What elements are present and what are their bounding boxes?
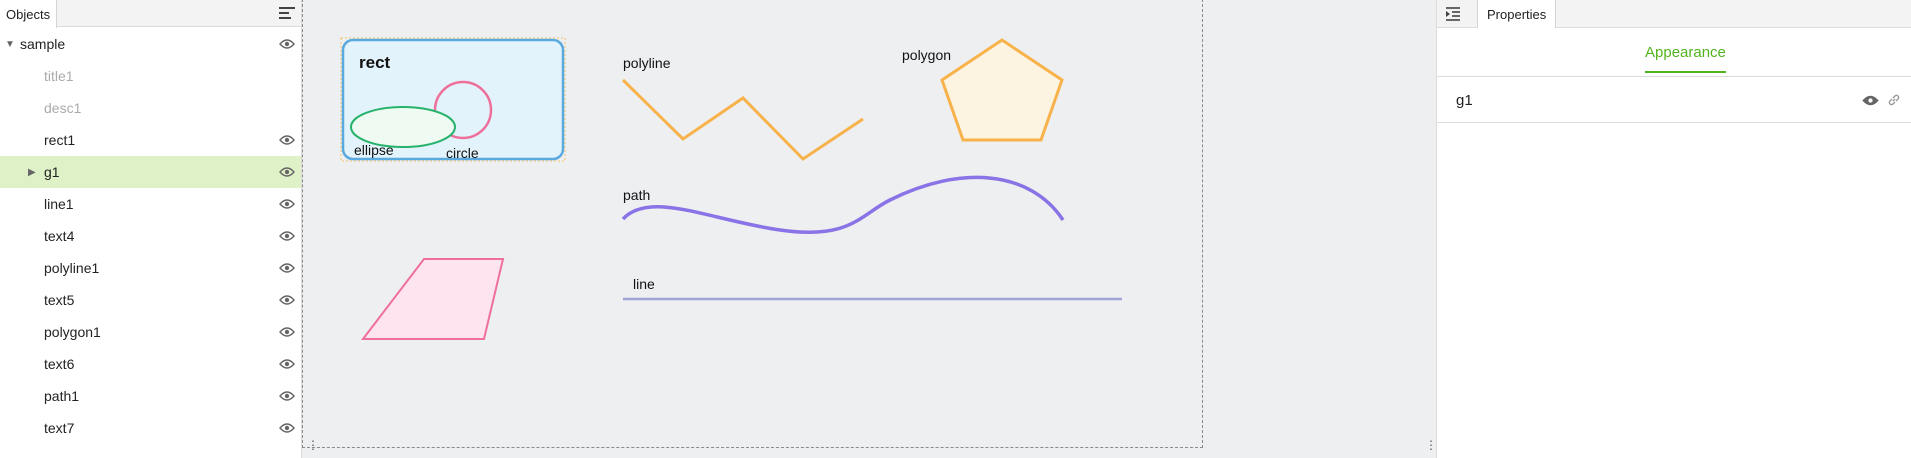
- tree-item-text4[interactable]: text4: [0, 220, 301, 252]
- path-shape[interactable]: [621, 175, 1065, 235]
- polyline-label: polyline: [623, 55, 671, 71]
- path-label: path: [623, 187, 650, 203]
- circle-label: circle: [446, 145, 479, 161]
- tree-item-label: line1: [44, 196, 74, 212]
- tree-item-path1[interactable]: path1: [0, 380, 301, 412]
- eye-icon[interactable]: [279, 327, 295, 337]
- tree-item-line1[interactable]: line1: [0, 188, 301, 220]
- tree-item-label: rect1: [44, 132, 76, 148]
- eye-icon[interactable]: [279, 263, 295, 273]
- properties-panel: Properties Appearance g1: [1436, 0, 1911, 458]
- tree-item-label: text5: [44, 292, 75, 308]
- tree-item-text7[interactable]: text7: [0, 412, 301, 444]
- tree-item-label: desc1: [44, 100, 82, 116]
- objects-panel: Objects ▼ sample title1 desc1 rect1 ▶ g1…: [0, 0, 302, 458]
- menu-icon[interactable]: [279, 5, 295, 21]
- selected-object-name: g1: [1456, 92, 1473, 109]
- resize-grip-icon[interactable]: ⋮: [307, 439, 319, 451]
- tree-item-g1[interactable]: ▶ g1: [0, 156, 301, 188]
- tab-appearance[interactable]: Appearance: [1645, 44, 1726, 73]
- eye-icon[interactable]: [279, 391, 295, 401]
- tree-item-desc1[interactable]: desc1: [0, 92, 301, 124]
- polygon-label: polygon: [902, 47, 951, 63]
- tree-item-text5[interactable]: text5: [0, 284, 301, 316]
- eye-icon[interactable]: [279, 231, 295, 241]
- eye-icon[interactable]: [279, 423, 295, 433]
- tree-item-label: sample: [20, 36, 66, 52]
- tree-item-polygon1[interactable]: polygon1: [0, 316, 301, 348]
- tree-item-polyline1[interactable]: polyline1: [0, 252, 301, 284]
- tree-item-label: text6: [44, 356, 75, 372]
- ellipse-label: ellipse: [354, 142, 394, 158]
- eye-icon[interactable]: [279, 295, 295, 305]
- tree-item-label: polygon1: [44, 324, 101, 340]
- parallelogram-shape[interactable]: [360, 258, 505, 340]
- tree-item-label: polyline1: [44, 260, 100, 276]
- tree-item-label: text7: [44, 420, 75, 436]
- eye-icon[interactable]: [279, 199, 295, 209]
- line-label: line: [633, 276, 655, 292]
- tree-item-rect1[interactable]: rect1: [0, 124, 301, 156]
- eye-icon[interactable]: [279, 359, 295, 369]
- collapse-panel-icon[interactable]: [1445, 6, 1461, 22]
- polygon-shape[interactable]: [940, 38, 1064, 142]
- tree-item-sample[interactable]: ▼ sample: [0, 28, 301, 60]
- tree-item-label: title1: [44, 68, 74, 84]
- object-tree: ▼ sample title1 desc1 rect1 ▶ g1 line1 t…: [0, 28, 301, 444]
- eye-icon[interactable]: [279, 135, 295, 145]
- eye-icon[interactable]: [279, 167, 295, 177]
- tab-properties[interactable]: Properties: [1477, 0, 1557, 28]
- properties-subtabs: Appearance: [1437, 28, 1911, 77]
- eye-icon[interactable]: [279, 39, 295, 49]
- caret-right-icon[interactable]: ▶: [28, 167, 36, 178]
- properties-panel-header: Properties: [1437, 0, 1911, 28]
- selected-object-row: g1: [1437, 77, 1911, 123]
- caret-down-icon[interactable]: ▼: [5, 39, 15, 50]
- objects-panel-header: Objects: [0, 0, 301, 28]
- tree-item-text6[interactable]: text6: [0, 348, 301, 380]
- ellipse-shape[interactable]: [350, 106, 456, 148]
- tree-item-label: g1: [44, 164, 60, 180]
- tree-item-label: path1: [44, 388, 80, 404]
- drawing-canvas[interactable]: rect ellipse circle polyline polygon pat…: [302, 0, 1203, 448]
- rect-label: rect: [359, 53, 391, 72]
- tab-objects[interactable]: Objects: [0, 0, 58, 28]
- group-g1[interactable]: rect ellipse circle: [340, 37, 566, 162]
- tree-item-title1[interactable]: title1: [0, 60, 301, 92]
- tree-item-label: text4: [44, 228, 75, 244]
- eye-icon[interactable]: [1862, 95, 1879, 106]
- polyline-shape[interactable]: [621, 78, 864, 161]
- link-icon[interactable]: [1887, 93, 1901, 107]
